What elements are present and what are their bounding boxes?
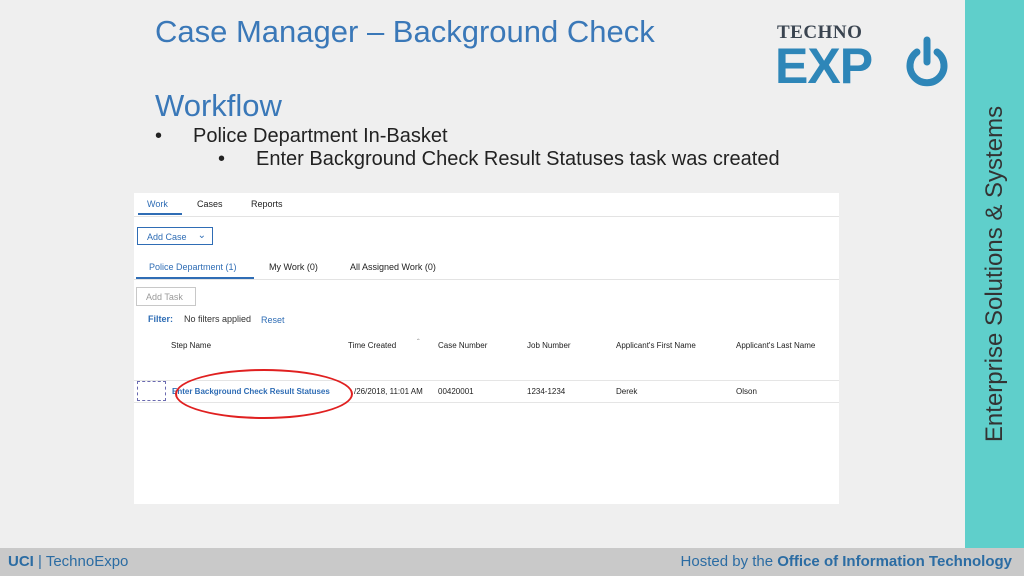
tab-cases[interactable]: Cases <box>197 199 223 209</box>
last-name-cell: Olson <box>736 387 757 396</box>
footer-right-prefix: Hosted by the <box>680 553 778 570</box>
tab-my-work[interactable]: My Work (0) <box>269 262 318 272</box>
tab-all-assigned-work[interactable]: All Assigned Work (0) <box>350 262 436 272</box>
bullet-level1: • Police Department In-Basket <box>155 125 448 148</box>
power-icon <box>906 36 948 87</box>
add-case-label: Add Case <box>147 232 187 242</box>
bullet-level2: • Enter Background Check Result Statuses … <box>218 148 780 171</box>
bullet-dot: • <box>155 125 163 147</box>
column-first-name[interactable]: Applicant's First Name <box>616 341 696 350</box>
job-number-cell: 1234-1234 <box>527 387 566 396</box>
bullet-text: Police Department In-Basket <box>193 125 448 147</box>
add-case-button[interactable]: Add Case ⌄ <box>137 227 213 245</box>
footer-brand: UCI <box>8 553 34 570</box>
highlight-ellipse <box>175 369 353 419</box>
case-number-cell: 00420001 <box>438 387 474 396</box>
column-case-number[interactable]: Case Number <box>438 341 487 350</box>
add-task-label: Add Task <box>146 292 183 302</box>
column-time-created[interactable]: Time Created <box>348 341 396 350</box>
column-job-number[interactable]: Job Number <box>527 341 571 350</box>
footer-separator: | <box>38 553 42 570</box>
column-step-name[interactable]: Step Name <box>171 341 211 350</box>
tab-reports[interactable]: Reports <box>251 199 283 209</box>
footer-right-bold: Office of Information Technology <box>777 553 1012 570</box>
reset-link[interactable]: Reset <box>261 315 285 325</box>
time-created-cell: /26/2018, 11:01 AM <box>354 387 423 396</box>
filter-row: Filter: No filters applied Reset <box>148 314 285 325</box>
bullet-text: Enter Background Check Result Statuses t… <box>256 148 780 170</box>
active-tab-indicator <box>138 213 182 215</box>
filter-value: No filters applied <box>184 314 252 324</box>
logo-expo-text: EXP <box>775 38 873 94</box>
table-header: Step Name Time Created ˆ Case Number Job… <box>134 338 839 355</box>
bullet-dot: • <box>218 148 226 170</box>
section-heading: Workflow <box>155 88 282 123</box>
add-task-button[interactable]: Add Task <box>136 287 196 306</box>
sidebar-label: Enterprise Solutions & Systems <box>980 105 1008 443</box>
sidebar-band: Enterprise Solutions & Systems <box>965 0 1024 548</box>
techno-expo-logo: TECHNO EXP <box>775 22 950 92</box>
footer-bar: UCI | TechnoExpo Hosted by the Office of… <box>0 548 1024 576</box>
active-subtab-indicator <box>136 277 254 279</box>
slide-title: Case Manager – Background Check <box>155 14 655 49</box>
top-tab-bar: Work Cases Reports <box>134 193 839 217</box>
footer-right: Hosted by the Office of Information Tech… <box>681 553 1012 570</box>
first-name-cell: Derek <box>616 387 638 396</box>
case-manager-screenshot: Work Cases Reports Add Case ⌄ Police Dep… <box>134 193 839 504</box>
inbasket-tab-bar: Police Department (1) My Work (0) All As… <box>134 253 839 280</box>
tab-work[interactable]: Work <box>147 199 168 209</box>
filter-label: Filter: <box>148 314 174 324</box>
column-last-name[interactable]: Applicant's Last Name <box>736 341 815 350</box>
row-select-checkbox[interactable] <box>137 381 166 401</box>
footer-left-text: TechnoExpo <box>45 553 129 570</box>
tab-police-department[interactable]: Police Department (1) <box>149 262 237 272</box>
footer-left: UCI | TechnoExpo <box>8 553 128 570</box>
chevron-down-icon: ⌄ <box>197 230 206 241</box>
sort-icon[interactable]: ˆ <box>417 338 420 347</box>
